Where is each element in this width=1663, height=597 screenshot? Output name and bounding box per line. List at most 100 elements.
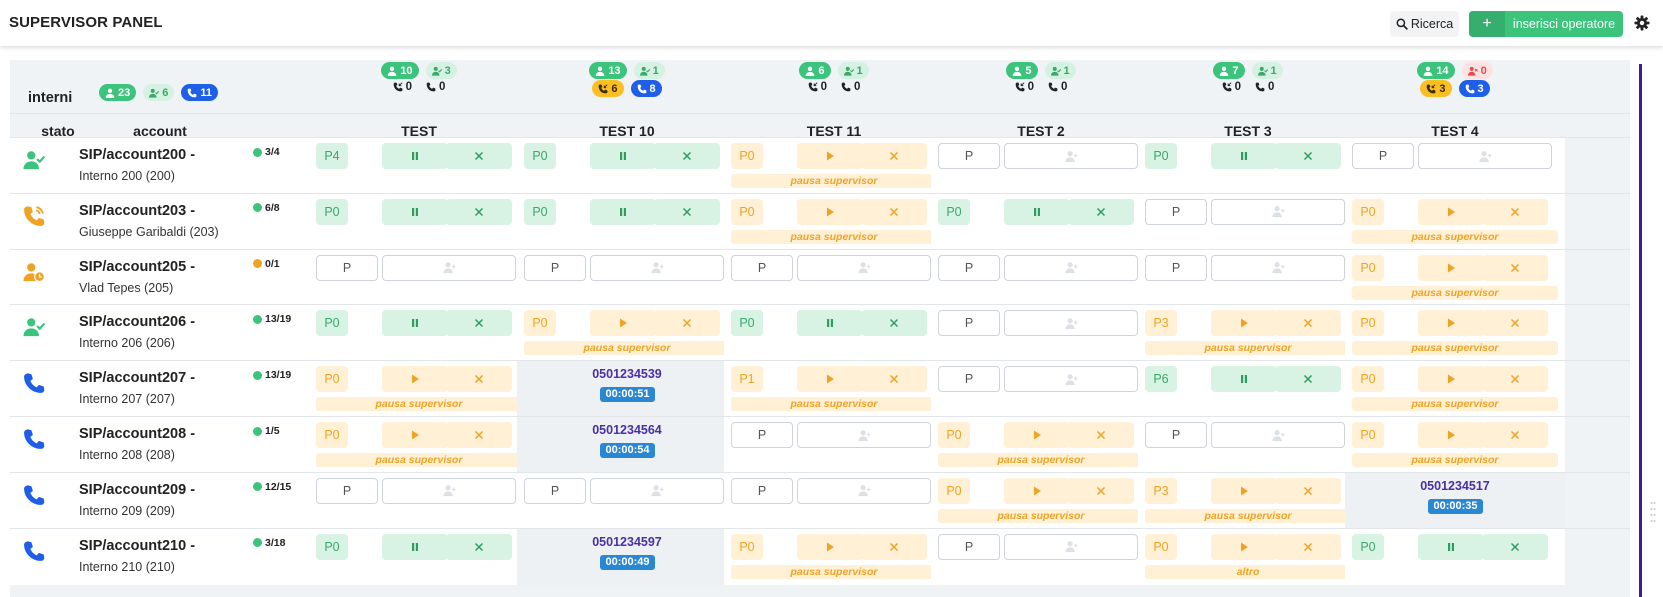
remove-button[interactable] <box>1482 533 1548 560</box>
add-to-queue-button[interactable] <box>797 477 931 504</box>
remove-button[interactable] <box>861 143 927 169</box>
penalty-button[interactable]: P <box>731 422 793 448</box>
resume-button[interactable] <box>1418 422 1484 448</box>
add-to-queue-button[interactable] <box>797 422 931 448</box>
remove-button[interactable] <box>861 366 927 393</box>
penalty-button[interactable]: P <box>524 254 586 281</box>
resume-button[interactable] <box>1418 366 1484 393</box>
remove-button[interactable] <box>446 198 512 225</box>
add-to-queue-button[interactable] <box>1418 143 1552 169</box>
penalty-button[interactable]: P0 <box>731 143 763 169</box>
remove-button[interactable] <box>1275 143 1341 169</box>
resume-button[interactable] <box>1418 310 1484 337</box>
penalty-button[interactable]: P0 <box>316 198 348 225</box>
add-operator-button[interactable]: + inserisci operatore <box>1469 11 1623 37</box>
penalty-button[interactable]: P0 <box>1145 143 1177 169</box>
remove-button[interactable] <box>1482 310 1548 337</box>
remove-button[interactable] <box>1482 366 1548 393</box>
remove-button[interactable] <box>446 143 512 169</box>
penalty-button[interactable]: P4 <box>316 143 348 169</box>
add-to-queue-button[interactable] <box>590 477 724 504</box>
penalty-button[interactable]: P0 <box>316 422 348 448</box>
remove-button[interactable] <box>1482 422 1548 448</box>
penalty-button[interactable]: P <box>1145 254 1207 281</box>
pause-button[interactable] <box>382 310 448 337</box>
pause-button[interactable] <box>382 533 448 560</box>
penalty-button[interactable]: P0 <box>316 366 348 393</box>
penalty-button[interactable]: P0 <box>938 477 970 504</box>
remove-button[interactable] <box>1068 477 1134 504</box>
remove-button[interactable] <box>861 198 927 225</box>
penalty-button[interactable]: P <box>1145 422 1207 448</box>
add-to-queue-button[interactable] <box>1004 310 1138 337</box>
remove-button[interactable] <box>446 310 512 337</box>
remove-button[interactable] <box>1275 310 1341 337</box>
penalty-button[interactable]: P0 <box>1145 533 1177 560</box>
resume-button[interactable] <box>1211 477 1277 504</box>
resume-button[interactable] <box>797 143 863 169</box>
remove-button[interactable] <box>654 198 720 225</box>
penalty-button[interactable]: P0 <box>1352 254 1384 281</box>
penalty-button[interactable]: P0 <box>938 422 970 448</box>
add-to-queue-button[interactable] <box>382 477 516 504</box>
add-to-queue-button[interactable] <box>1211 422 1345 448</box>
remove-button[interactable] <box>1275 477 1341 504</box>
penalty-button[interactable]: P <box>938 143 1000 169</box>
add-to-queue-button[interactable] <box>1211 254 1345 281</box>
resume-button[interactable] <box>382 366 448 393</box>
penalty-button[interactable]: P <box>1145 198 1207 225</box>
pause-button[interactable] <box>382 198 448 225</box>
remove-button[interactable] <box>1275 533 1341 560</box>
scrollbar[interactable] <box>1639 64 1642 597</box>
resume-button[interactable] <box>1004 422 1070 448</box>
gear-icon[interactable] <box>1634 15 1650 31</box>
resume-button[interactable] <box>382 422 448 448</box>
pause-button[interactable] <box>1211 143 1277 169</box>
add-to-queue-button[interactable] <box>1211 198 1345 225</box>
add-to-queue-button[interactable] <box>797 254 931 281</box>
penalty-button[interactable]: P <box>1352 143 1414 169</box>
pause-button[interactable] <box>1211 366 1277 393</box>
remove-button[interactable] <box>1482 254 1548 281</box>
penalty-button[interactable]: P0 <box>1352 366 1384 393</box>
add-to-queue-button[interactable] <box>590 254 724 281</box>
pause-button[interactable] <box>590 143 656 169</box>
resume-button[interactable] <box>590 310 656 337</box>
penalty-button[interactable]: P <box>731 477 793 504</box>
add-to-queue-button[interactable] <box>1004 533 1138 560</box>
penalty-button[interactable]: P0 <box>316 310 348 337</box>
search-button[interactable]: Ricerca <box>1390 11 1459 37</box>
resume-button[interactable] <box>797 366 863 393</box>
resume-button[interactable] <box>1004 477 1070 504</box>
penalty-button[interactable]: P <box>938 310 1000 337</box>
penalty-button[interactable]: P0 <box>731 310 763 337</box>
penalty-button[interactable]: P0 <box>316 533 348 560</box>
pause-button[interactable] <box>382 143 448 169</box>
penalty-button[interactable]: P6 <box>1145 366 1177 393</box>
penalty-button[interactable]: P0 <box>1352 533 1384 560</box>
penalty-button[interactable]: P <box>316 477 378 504</box>
penalty-button[interactable]: P0 <box>1352 422 1384 448</box>
remove-button[interactable] <box>1482 198 1548 225</box>
penalty-button[interactable]: P0 <box>524 310 556 337</box>
penalty-button[interactable]: P3 <box>1145 310 1177 337</box>
pause-button[interactable] <box>797 310 863 337</box>
add-to-queue-button[interactable] <box>1004 366 1138 393</box>
resume-button[interactable] <box>1418 198 1484 225</box>
penalty-button[interactable]: P0 <box>731 533 763 560</box>
remove-button[interactable] <box>861 310 927 337</box>
resume-button[interactable] <box>1418 254 1484 281</box>
add-to-queue-button[interactable] <box>1004 254 1138 281</box>
remove-button[interactable] <box>446 366 512 393</box>
resize-handle-icon[interactable] <box>1650 500 1656 530</box>
penalty-button[interactable]: P <box>938 254 1000 281</box>
add-to-queue-button[interactable] <box>1004 143 1138 169</box>
penalty-button[interactable]: P <box>938 366 1000 393</box>
penalty-button[interactable]: P0 <box>524 143 556 169</box>
penalty-button[interactable]: P <box>316 254 378 281</box>
resume-button[interactable] <box>1211 533 1277 560</box>
pause-button[interactable] <box>1004 198 1070 225</box>
remove-button[interactable] <box>1275 366 1341 393</box>
remove-button[interactable] <box>1068 198 1134 225</box>
resume-button[interactable] <box>797 533 863 560</box>
